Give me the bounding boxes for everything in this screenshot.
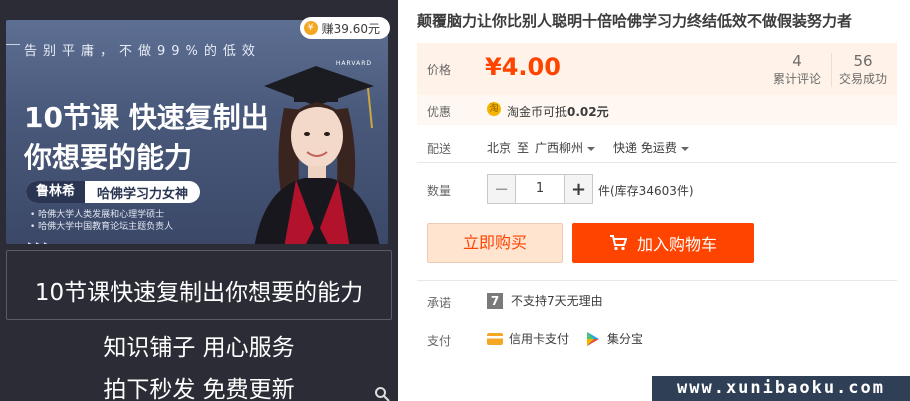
quantity-input[interactable]: 1 [515,175,565,203]
service-promise[interactable]: 7 不支持7天无理由 [487,292,603,309]
chevron-down-icon [587,146,596,151]
promo-label: 优惠 [427,105,452,119]
banner-headline-1: 10节课 快速复制出 [24,96,269,136]
service-text: 不支持7天无理由 [511,294,603,308]
payment-card-label: 信用卡支付 [509,332,570,346]
quantity-minus-button[interactable]: − [488,175,515,203]
image-caption-box: 10节课快速复制出你想要的能力 [6,250,392,320]
shop-slogan-1: 知识铺子 用心服务 [103,335,295,361]
stock-info: 件(库存34603件) [598,184,694,198]
row-divider [417,162,897,163]
earn-amount: 赚39.60元 [321,21,380,36]
earn-badge[interactable]: ¥ 赚39.60元 [299,17,390,39]
product-gallery: 告别平庸，不做99%的低效 10节课 快速复制出 你想要的能力 鲁林希 哈佛学习… [0,0,398,401]
site-watermark: www.xunibaoku.com [652,376,910,401]
credit-card-icon [487,332,503,345]
promo-text: 淘金币可抵0.02元 [507,103,609,120]
buy-now-button[interactable]: 立即购买 [427,223,563,263]
row-divider [417,280,897,281]
price-panel: 价格 ¥4.00 4 累计评论 56 交易成功 [417,43,897,95]
promo-text-pre: 淘金币可抵 [507,105,568,119]
jifenbao-icon [587,331,599,346]
service-label: 承诺 [427,296,452,310]
zoom-search-icon[interactable] [374,386,390,401]
payment-card[interactable]: 信用卡支付 [487,330,569,347]
shipping-info: 北京 至 广西柳州 快递 免运费 [487,139,689,156]
headline-part-a: 10节课 [24,101,119,134]
price-value: ¥4.00 [485,53,561,81]
stat-divider [831,53,832,87]
shop-slogan-2: 拍下秒发 免费更新 [103,377,295,401]
product-title: 颠覆脑力让你比别人聪明十倍哈佛学习力终结低效不做假装努力者 [417,12,853,30]
ship-method-select[interactable]: 快递 免运费 [613,139,689,156]
promo-amount: 0.02元 [567,105,609,119]
taobao-coin-icon: 淘 [487,102,501,116]
teacher-name: 鲁林希 [26,181,86,203]
reviews-stat[interactable]: 4 累计评论 [765,51,829,87]
trades-stat: 56 交易成功 [835,51,891,87]
arrows-icon: ▶▶▶ [28,241,52,244]
trades-count: 56 [853,52,873,70]
slogan-divider [6,44,20,45]
reviews-count: 4 [792,52,802,70]
yen-coin-icon: ¥ [303,21,318,35]
chevron-down-icon [680,146,689,151]
add-to-cart-label: 加入购物车 [636,235,717,254]
ship-to-word: 至 [517,141,530,155]
payment-jifenbao-label: 集分宝 [607,332,644,346]
promo-row: 优惠 淘 淘金币可抵0.02元 [417,95,897,125]
ship-destination: 广西柳州 [535,141,584,155]
shipping-label: 配送 [427,142,452,156]
payment-label: 支付 [427,334,452,348]
banner-headline-2: 你想要的能力 [24,141,193,174]
image-caption: 10节课快速复制出你想要的能力 [34,280,364,306]
ship-method: 快递 免运费 [613,141,677,155]
teacher-title: 哈佛学习力女神 [97,186,189,202]
reviews-label: 累计评论 [772,72,821,86]
harvard-label: HARVARD [335,60,372,67]
payment-jifenbao[interactable]: 集分宝 [585,330,643,347]
add-to-cart-button[interactable]: 加入购物车 [572,223,754,263]
banner-slogan: 告别平庸，不做99%的低效 [24,44,261,59]
trades-label: 交易成功 [838,72,887,86]
teacher-credentials: • 哈佛大学人类发展和心理学硕士 • 哈佛大学中国教育论坛主题负责人 [30,209,173,233]
quantity-plus-button[interactable]: + [565,175,592,203]
credential-item: • 哈佛大学人类发展和心理学硕士 [30,210,165,220]
ship-from: 北京 [487,141,512,155]
price-label: 价格 [427,63,452,77]
quantity-label: 数量 [427,184,452,198]
teacher-portrait [254,66,380,244]
quantity-stepper: − 1 + [487,174,593,204]
credential-item: • 哈佛大学中国教育论坛主题负责人 [30,222,174,232]
ship-destination-select[interactable]: 广西柳州 [535,139,596,156]
cart-icon [609,235,627,251]
product-main-image[interactable]: 告别平庸，不做99%的低效 10节课 快速复制出 你想要的能力 鲁林希 哈佛学习… [6,20,388,244]
seven-day-icon: 7 [487,292,503,309]
teacher-pill: 鲁林希 哈佛学习力女神 [26,181,201,203]
